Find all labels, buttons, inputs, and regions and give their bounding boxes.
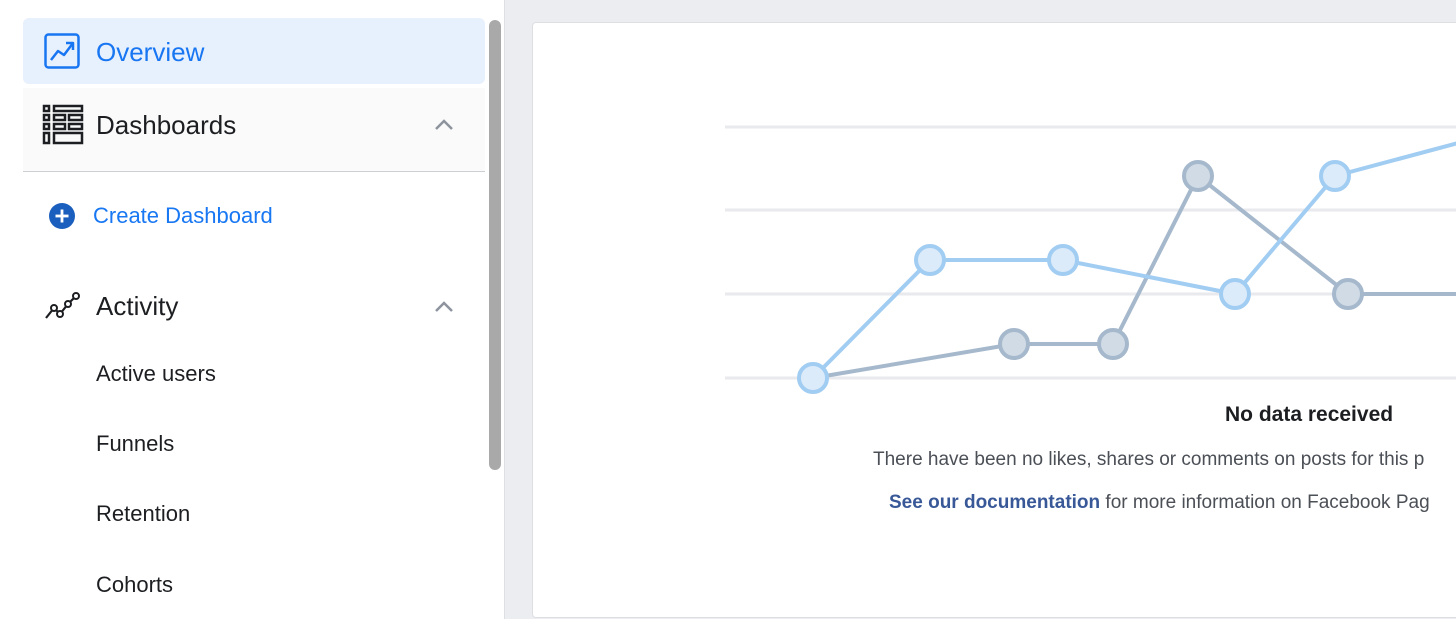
dark-point xyxy=(1332,278,1364,310)
activity-line-icon xyxy=(45,292,80,319)
nav-item-activity-label: Activity xyxy=(96,291,179,321)
documentation-link[interactable]: See our documentation xyxy=(889,492,1100,513)
sidebar-scrollbar[interactable] xyxy=(489,20,501,470)
sidebar-item-active-users[interactable]: Active users xyxy=(96,361,216,387)
empty-state-card: No data received There have been no like… xyxy=(532,22,1456,618)
trend-chart-icon xyxy=(44,33,80,69)
create-dashboard-label: Create Dashboard xyxy=(93,203,273,228)
chevron-up-icon[interactable] xyxy=(434,119,454,131)
light-point xyxy=(1047,244,1079,276)
sidebar: Overview Dashboards Create Dashboard Act… xyxy=(0,0,505,619)
light-point xyxy=(914,244,946,276)
nav-item-dashboards[interactable]: Dashboards xyxy=(23,88,485,172)
sidebar-item-funnels[interactable]: Funnels xyxy=(96,431,174,457)
dark-series-line xyxy=(812,172,1456,380)
light-point xyxy=(1319,160,1351,192)
nav-item-overview[interactable]: Overview xyxy=(23,18,485,84)
sidebar-item-retention[interactable]: Retention xyxy=(96,501,190,527)
create-dashboard-button[interactable]: Create Dashboard xyxy=(48,202,273,230)
dark-point xyxy=(1182,160,1214,192)
light-series-points xyxy=(797,160,1351,394)
nav-item-dashboards-label: Dashboards xyxy=(96,110,237,140)
light-point xyxy=(797,362,829,394)
empty-state-title: No data received xyxy=(1225,403,1394,426)
sidebar-item-cohorts[interactable]: Cohorts xyxy=(96,572,173,598)
chart-gridlines xyxy=(725,125,1456,380)
placeholder-chart-illustration xyxy=(725,125,1456,394)
plus-circle-icon xyxy=(49,203,75,229)
empty-state-description: There have been no likes, shares or comm… xyxy=(873,449,1425,470)
light-point xyxy=(1219,278,1251,310)
nav-item-overview-label: Overview xyxy=(96,37,205,67)
chevron-up-icon[interactable] xyxy=(434,301,454,313)
nav-item-activity[interactable]: Activity xyxy=(23,282,485,332)
empty-state-doc-line: See our documentation for more informati… xyxy=(889,492,1430,514)
light-series-line xyxy=(811,141,1456,380)
dark-point xyxy=(1097,328,1129,360)
doc-line-rest: for more information on Facebook Pag xyxy=(1100,492,1430,513)
dark-point xyxy=(998,328,1030,360)
table-list-icon xyxy=(42,104,84,145)
